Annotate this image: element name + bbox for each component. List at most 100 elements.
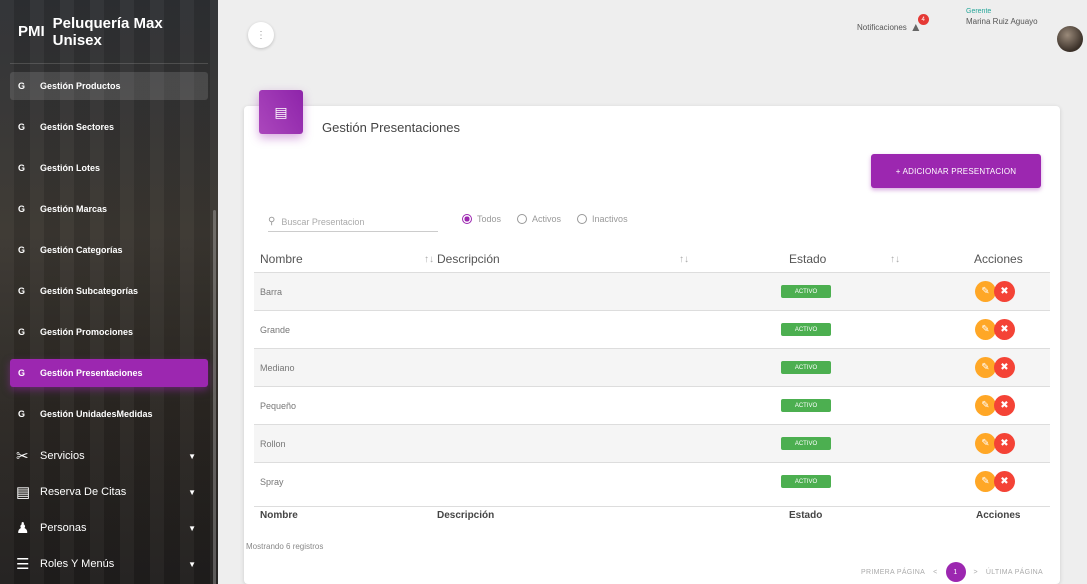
edit-icon[interactable]: ✎	[975, 281, 996, 302]
sidebar-scrollbar[interactable]	[213, 210, 216, 584]
filter-inactivos[interactable]: Inactivos	[577, 214, 628, 224]
notifications[interactable]: Notificaciones ▲ 4	[857, 14, 929, 34]
footer-nombre: Nombre	[260, 510, 298, 521]
sidebar-item-lotes[interactable]: G Gestión Lotes	[10, 154, 208, 182]
sidebar-group-label: Reserva De Citas	[40, 486, 127, 498]
records-count: Mostrando 6 registros	[246, 542, 324, 551]
row-actions: ✎ ✖	[975, 471, 1015, 492]
sidebar-item-productos[interactable]: G Gestión Productos	[10, 72, 208, 100]
cell-nombre: Rollon	[260, 438, 286, 449]
menu-icon: ☰	[16, 556, 30, 573]
sidebar: PMI Peluquería Max Unisex G Gestión Prod…	[0, 0, 218, 584]
sidebar-group-roles[interactable]: ☰ Roles Y Menús ▼	[10, 549, 208, 579]
delete-icon[interactable]: ✖	[994, 395, 1015, 416]
header-descripcion[interactable]: Descripción	[437, 252, 500, 266]
menu-letter-icon: G	[18, 81, 26, 91]
filter-todos[interactable]: Todos	[462, 214, 501, 224]
footer-estado: Estado	[789, 510, 823, 521]
delete-icon[interactable]: ✖	[994, 281, 1015, 302]
cell-nombre: Grande	[260, 324, 291, 335]
user-role: Gerente	[966, 8, 992, 15]
brand[interactable]: PMI Peluquería Max Unisex	[10, 0, 208, 64]
sidebar-group-personas[interactable]: ♟ Personas ▼	[10, 513, 208, 543]
edit-icon[interactable]: ✎	[975, 471, 996, 492]
page-title: Gestión Presentaciones	[322, 120, 461, 135]
delete-icon[interactable]: ✖	[994, 357, 1015, 378]
list-icon: ▤	[16, 484, 31, 501]
menu-letter-icon: G	[18, 409, 26, 419]
status-badge: ACTIVO	[781, 285, 831, 298]
sidebar-item-label: Gestión Marcas	[40, 204, 108, 214]
edit-icon[interactable]: ✎	[975, 319, 996, 340]
filter-label: Todos	[477, 214, 502, 224]
sidebar-item-label: Gestión Lotes	[40, 163, 101, 173]
brand-abbr: PMI	[18, 23, 45, 40]
table-row: Barra ACTIVO ✎ ✖	[254, 272, 1050, 310]
delete-icon[interactable]: ✖	[994, 433, 1015, 454]
table-row: Spray ACTIVO ✎ ✖	[254, 462, 1050, 500]
menu-letter-icon: G	[18, 368, 26, 378]
more-vert-icon: ⋮	[256, 29, 266, 41]
add-presentacion-button[interactable]: + ADICIONAR PRESENTACION	[871, 154, 1041, 188]
sort-icon[interactable]: ↑↓	[890, 254, 900, 265]
menu-letter-icon: G	[18, 286, 26, 296]
sort-icon[interactable]: ↑↓	[679, 254, 689, 265]
more-options-button[interactable]: ⋮	[248, 22, 274, 48]
filter-activos[interactable]: Activos	[517, 214, 561, 224]
delete-icon[interactable]: ✖	[994, 319, 1015, 340]
sidebar-item-sectores[interactable]: G Gestión Sectores	[10, 113, 208, 141]
status-badge: ACTIVO	[781, 475, 831, 488]
sidebar-group-label: Roles Y Menús	[40, 558, 115, 570]
status-badge: ACTIVO	[781, 323, 831, 336]
table-row: Rollon ACTIVO ✎ ✖	[254, 424, 1050, 462]
status-badge: ACTIVO	[781, 437, 831, 450]
sidebar-group-label: Servicios	[40, 450, 85, 462]
table-row: Mediano ACTIVO ✎ ✖	[254, 348, 1050, 386]
menu-letter-icon: G	[18, 327, 26, 337]
cell-nombre: Spray	[260, 476, 284, 487]
sidebar-item-promociones[interactable]: G Gestión Promociones	[10, 318, 208, 346]
caret-down-icon: ▼	[188, 451, 196, 461]
row-actions: ✎ ✖	[975, 395, 1015, 416]
menu-letter-icon: G	[18, 122, 26, 132]
sidebar-menu: G Gestión Productos G Gestión Sectores G…	[0, 72, 218, 579]
edit-icon[interactable]: ✎	[975, 357, 996, 378]
caret-down-icon: ▼	[188, 523, 196, 533]
edit-icon[interactable]: ✎	[975, 395, 996, 416]
next-page-button[interactable]: >	[974, 569, 978, 576]
row-actions: ✎ ✖	[975, 281, 1015, 302]
avatar[interactable]	[1057, 26, 1083, 52]
filter-label: Inactivos	[592, 214, 628, 224]
last-page-button[interactable]: ÚLTIMA PÁGINA	[986, 569, 1043, 576]
scissors-icon: ✂	[16, 448, 29, 465]
edit-icon[interactable]: ✎	[975, 433, 996, 454]
table-footer: Nombre Descripción Estado Acciones	[254, 506, 1050, 522]
notification-badge: 4	[917, 14, 929, 25]
cell-nombre: Barra	[260, 286, 283, 297]
sidebar-item-presentaciones[interactable]: G Gestión Presentaciones	[10, 359, 208, 387]
sidebar-item-marcas[interactable]: G Gestión Marcas	[10, 195, 208, 223]
radio-icon	[517, 214, 528, 224]
sidebar-item-categorias[interactable]: G Gestión Categorías	[10, 236, 208, 264]
sidebar-group-servicios[interactable]: ✂ Servicios ▼	[10, 441, 208, 471]
sidebar-item-label: Gestión Sectores	[40, 122, 115, 132]
delete-icon[interactable]: ✖	[994, 471, 1015, 492]
notifications-label: Notificaciones	[857, 22, 907, 32]
filter-label: Activos	[532, 214, 562, 224]
sidebar-item-unidades[interactable]: G Gestión UnidadesMedidas	[10, 400, 208, 428]
status-filter: Todos Activos Inactivos	[462, 214, 628, 224]
header-nombre[interactable]: Nombre	[260, 252, 303, 266]
sidebar-item-subcategorias[interactable]: G Gestión Subcategorías	[10, 277, 208, 305]
first-page-button[interactable]: PRIMERA PÁGINA	[861, 569, 925, 576]
sort-asc-icon[interactable]: ↑↓	[424, 254, 434, 265]
cell-nombre: Pequeño	[260, 400, 297, 411]
search-input[interactable]: ⚲ Buscar Presentacion	[268, 212, 438, 232]
row-actions: ✎ ✖	[975, 433, 1015, 454]
header-estado[interactable]: Estado	[789, 252, 826, 266]
user-info[interactable]: Gerente Marina Ruiz Aguayo	[966, 8, 1038, 26]
sidebar-item-label: Gestión Presentaciones	[40, 368, 143, 378]
prev-page-button[interactable]: <	[933, 569, 937, 576]
sidebar-group-reserva[interactable]: ▤ Reserva De Citas ▼	[10, 477, 208, 507]
user-name: Marina Ruiz Aguayo	[966, 17, 1038, 26]
current-page-button[interactable]: 1	[945, 562, 966, 582]
